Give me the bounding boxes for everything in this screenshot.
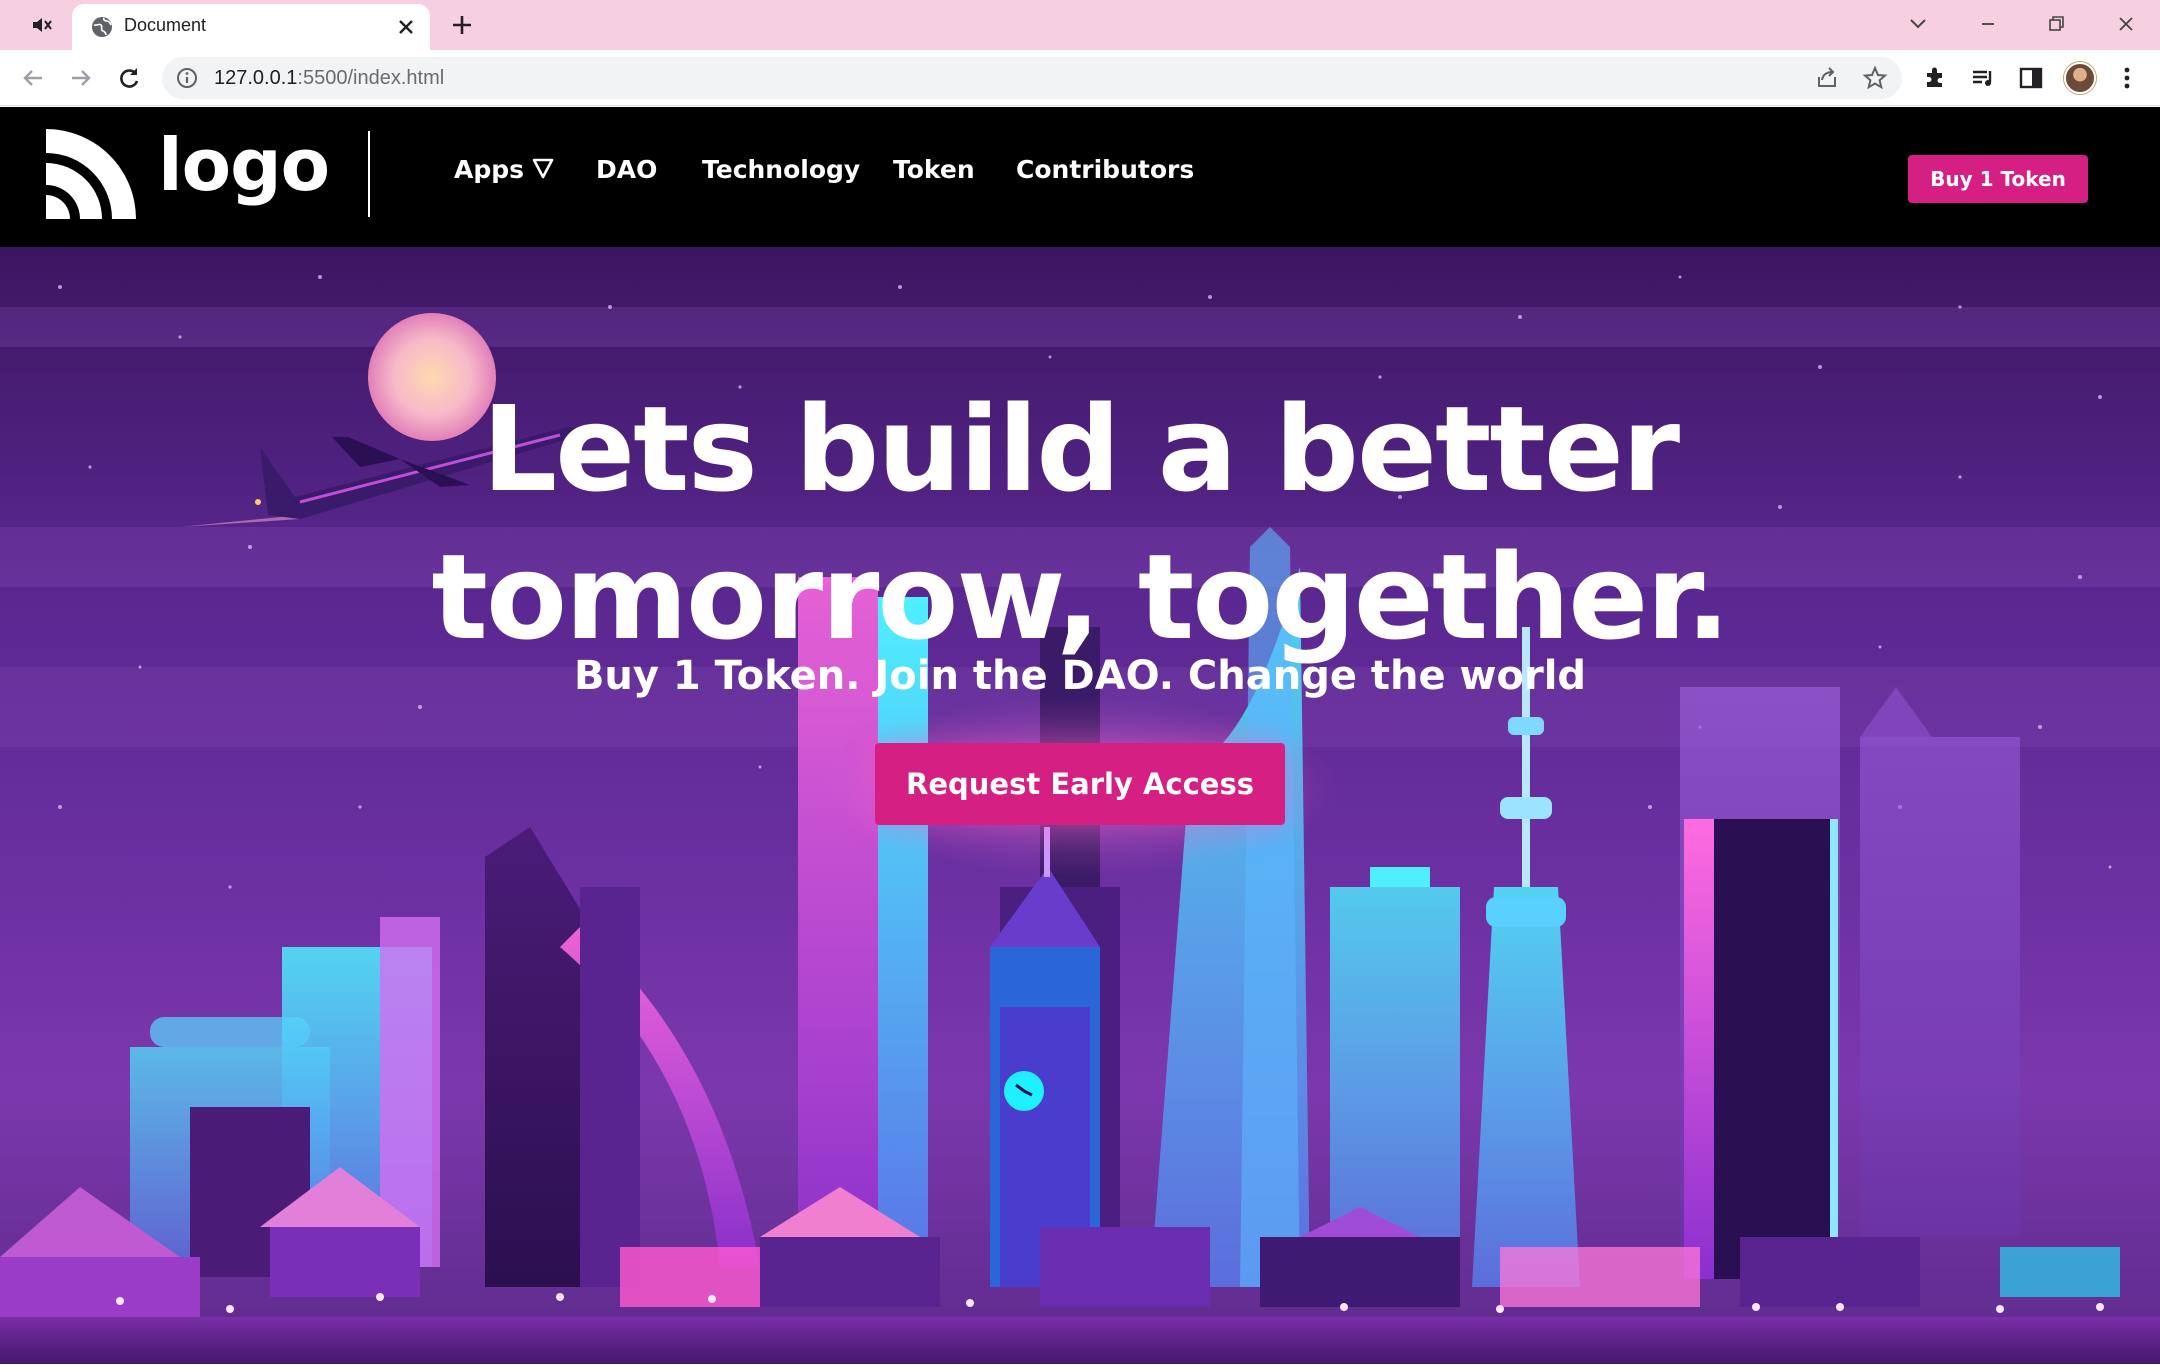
restore-icon[interactable]	[2040, 8, 2072, 40]
page-bottom-edge	[0, 1364, 2160, 1369]
hero-section: Lets build a better tomorrow, together. …	[0, 247, 2160, 1369]
nav-apps-label: Apps	[454, 155, 525, 184]
close-window-icon[interactable]	[2110, 8, 2142, 40]
browser-tab-bar: Document	[0, 0, 2160, 50]
forward-arrow-icon[interactable]	[66, 63, 96, 93]
hero-title-line-2: tomorrow, together.	[431, 528, 1731, 666]
new-tab-plus-icon[interactable]	[448, 11, 476, 39]
url-text[interactable]: 127.0.0.1:5500/index.html	[214, 67, 444, 90]
nav-technology[interactable]: Technology	[702, 155, 860, 184]
reload-icon[interactable]	[114, 63, 144, 93]
site-header: logo Apps DAO Technology Token Contribut…	[0, 107, 2160, 247]
nav-apps[interactable]: Apps	[454, 155, 554, 184]
nav-token[interactable]: Token	[893, 155, 975, 184]
browser-toolbar: 127.0.0.1:5500/index.html	[0, 50, 2160, 106]
profile-avatar[interactable]	[2064, 62, 2096, 94]
back-arrow-icon[interactable]	[18, 63, 48, 93]
site-info-icon[interactable]	[176, 67, 198, 89]
tab-search-chevron-icon[interactable]	[1902, 8, 1934, 40]
logo-mark-icon[interactable]	[46, 129, 136, 219]
address-bar[interactable]: 127.0.0.1:5500/index.html	[162, 57, 1902, 99]
minimize-icon[interactable]	[1972, 8, 2004, 40]
hero-subtitle: Buy 1 Token. Join the DAO. Change the wo…	[573, 653, 1587, 699]
speaker-muted-icon[interactable]	[30, 14, 54, 36]
logo-text[interactable]: logo	[158, 129, 330, 201]
buy-token-button[interactable]: Buy 1 Token	[1908, 155, 2088, 203]
share-icon[interactable]	[1814, 65, 1840, 91]
media-playlist-icon[interactable]	[1968, 63, 1998, 93]
hero-title: Lets build a better tomorrow, together.	[0, 375, 2160, 671]
request-early-access-button[interactable]: Request Early Access	[875, 743, 1285, 825]
kebab-menu-icon[interactable]	[2112, 63, 2142, 93]
close-tab-icon[interactable]	[394, 15, 418, 39]
side-panel-icon[interactable]	[2016, 63, 2046, 93]
globe-icon	[92, 17, 112, 37]
nav-dao[interactable]: DAO	[596, 155, 657, 184]
browser-tab[interactable]: Document	[72, 4, 430, 50]
extensions-puzzle-icon[interactable]	[1920, 63, 1950, 93]
caret-down-icon	[532, 158, 554, 179]
bookmark-star-icon[interactable]	[1862, 65, 1888, 91]
header-divider	[368, 131, 370, 217]
hero-title-line-1: Lets build a better	[481, 380, 1680, 518]
nav-contributors[interactable]: Contributors	[1016, 155, 1194, 184]
tab-title: Document	[124, 15, 207, 35]
